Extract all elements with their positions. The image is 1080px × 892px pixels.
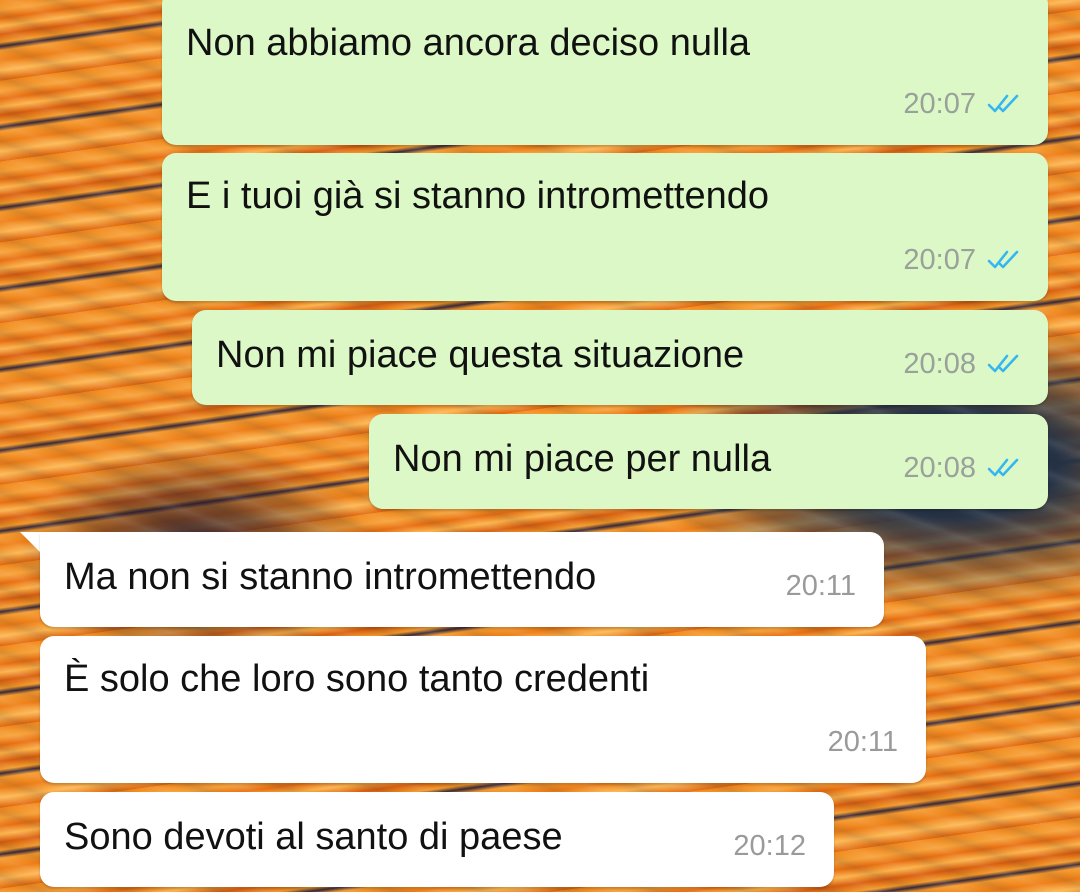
message-time: 20:07 xyxy=(903,244,976,276)
message-meta: 20:07 xyxy=(903,237,1022,283)
message-bubble-outgoing[interactable]: Non mi piace per nulla 20:08 xyxy=(369,414,1048,509)
message-text: Sono devoti al santo di paese xyxy=(64,816,563,858)
message-meta: 20:08 xyxy=(903,341,1022,387)
message-time: 20:11 xyxy=(785,570,856,602)
message-meta: 20:12 xyxy=(733,823,806,869)
message-bubble-outgoing[interactable]: Non mi piace questa situazione 20:08 xyxy=(192,310,1048,405)
double-check-icon xyxy=(987,94,1019,113)
message-time: 20:07 xyxy=(903,88,976,120)
message-meta: 20:08 xyxy=(903,445,1022,491)
double-check-icon xyxy=(987,354,1019,373)
message-bubble-incoming[interactable]: Ma non si stanno intromettendo 20:11 xyxy=(40,532,884,627)
double-check-icon xyxy=(987,458,1019,477)
message-text: Non abbiamo ancora deciso nulla xyxy=(186,22,751,64)
message-bubble-incoming[interactable]: È solo che loro sono tanto credenti 20:1… xyxy=(40,636,926,783)
message-meta: 20:11 xyxy=(828,719,898,765)
message-text: Non mi piace questa situazione xyxy=(216,334,745,376)
message-time: 20:12 xyxy=(733,830,806,862)
message-meta: 20:07 xyxy=(903,81,1022,127)
message-text: È solo che loro sono tanto credenti xyxy=(64,658,650,700)
message-time: 20:08 xyxy=(903,452,976,484)
message-text: E i tuoi già si stanno intromettendo xyxy=(186,175,770,217)
message-bubble-incoming[interactable]: Sono devoti al santo di paese 20:12 xyxy=(40,792,834,887)
message-bubble-outgoing[interactable]: Non abbiamo ancora deciso nulla 20:07 xyxy=(162,0,1048,145)
message-meta: 20:11 xyxy=(786,563,856,609)
message-bubble-outgoing[interactable]: E i tuoi già si stanno intromettendo 20:… xyxy=(162,153,1048,301)
message-time: 20:08 xyxy=(903,348,976,380)
message-text: Ma non si stanno intromettendo xyxy=(64,556,597,598)
message-time: 20:11 xyxy=(827,726,898,758)
double-check-icon xyxy=(987,250,1019,269)
message-text: Non mi piace per nulla xyxy=(393,438,772,480)
